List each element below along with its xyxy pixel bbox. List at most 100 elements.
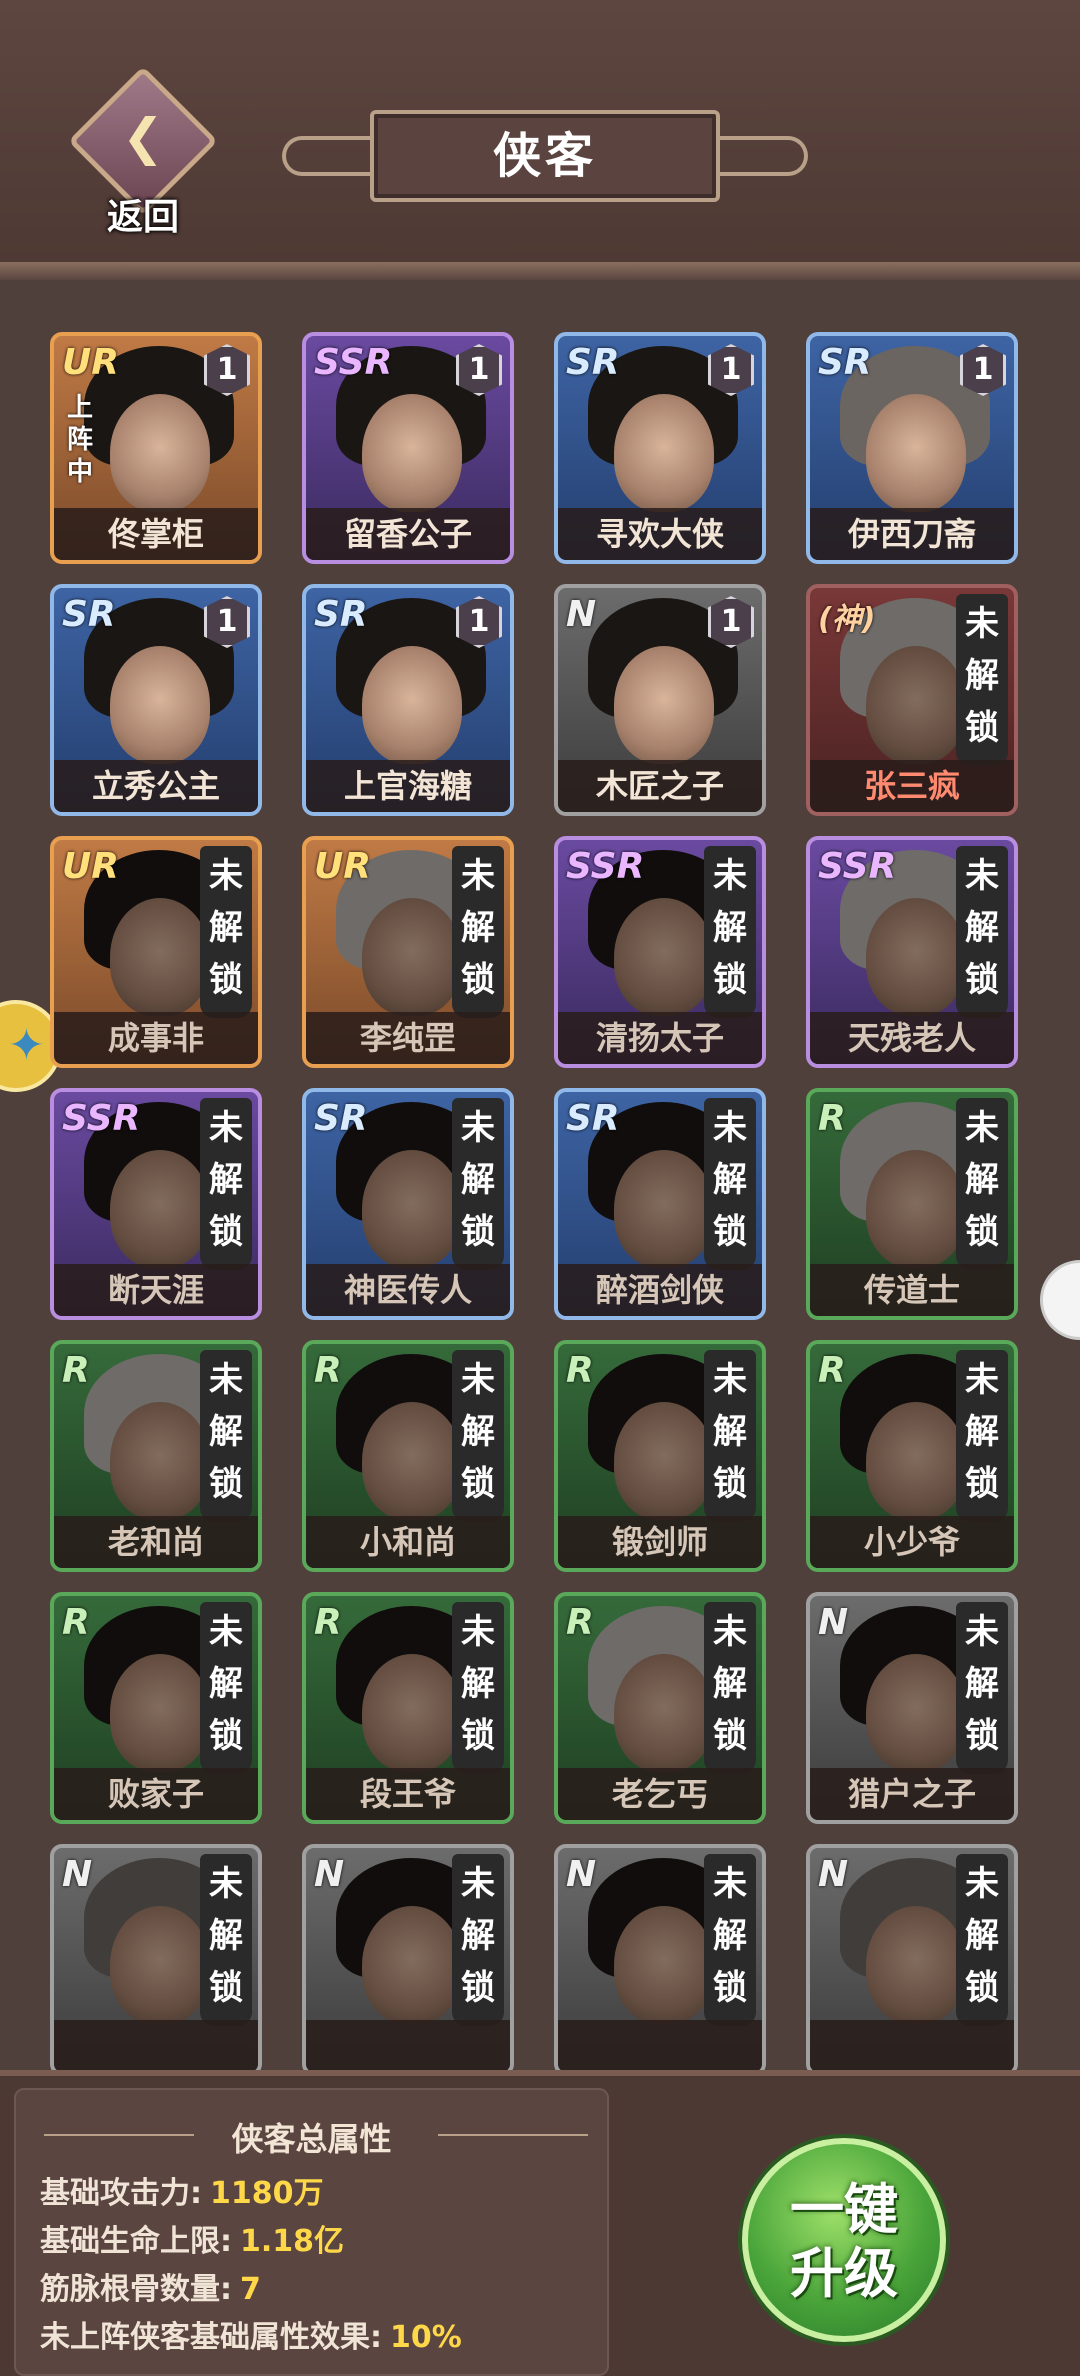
rarity-badge: SSR — [818, 846, 897, 887]
header-bar: ❮ 返回 侠客 — [0, 0, 1080, 280]
hero-card[interactable]: R 未解锁传道士 — [806, 1088, 1018, 1320]
hero-card[interactable]: R 未解锁锻剑师 — [554, 1340, 766, 1572]
hero-face — [866, 898, 966, 1016]
hero-card[interactable]: R 未解锁小少爷 — [806, 1340, 1018, 1572]
hero-card[interactable]: SR 1 伊西刀斋 — [806, 332, 1018, 564]
hero-face — [362, 1654, 462, 1772]
hero-name: 李纯罡 — [306, 1012, 510, 1064]
rarity-badge: SR — [314, 594, 368, 635]
rarity-badge: UR — [314, 846, 371, 887]
stat-label: 基础生命上限: — [40, 2224, 232, 2259]
hero-name: 留香公子 — [306, 508, 510, 560]
locked-tag: 未解锁 — [452, 1350, 504, 1522]
hero-name: 上官海糖 — [306, 760, 510, 812]
hero-face — [362, 1906, 462, 2024]
hero-card[interactable]: UR 未解锁李纯罡 — [302, 836, 514, 1068]
locked-tag: 未解锁 — [452, 1854, 504, 2026]
stat-label: 筋脉根骨数量: — [40, 2272, 232, 2307]
locked-tag: 未解锁 — [956, 594, 1008, 766]
on-team-tag: 上阵中 — [66, 393, 93, 487]
rarity-badge: R — [818, 1098, 846, 1139]
rarity-badge: SR — [566, 342, 620, 383]
hero-face — [614, 1150, 714, 1268]
hero-card[interactable]: UR 未解锁成事非 — [50, 836, 262, 1068]
rarity-badge: N — [818, 1854, 849, 1895]
hero-name: 神医传人 — [306, 1264, 510, 1316]
hero-name: 锻剑师 — [558, 1516, 762, 1568]
hero-face — [866, 1906, 966, 2024]
hero-card[interactable]: R 未解锁小和尚 — [302, 1340, 514, 1572]
stat-label: 基础攻击力: — [40, 2176, 202, 2211]
hero-card[interactable]: SSR 未解锁清扬太子 — [554, 836, 766, 1068]
hero-card[interactable]: R 未解锁老和尚 — [50, 1340, 262, 1572]
page-title: 侠客 — [492, 128, 597, 184]
hero-card[interactable]: SR 1 上官海糖 — [302, 584, 514, 816]
locked-tag: 未解锁 — [956, 846, 1008, 1018]
rarity-badge: R — [566, 1350, 594, 1391]
upgrade-label-line1: 一键 — [790, 2178, 898, 2241]
hero-face — [614, 646, 714, 764]
hero-face — [362, 898, 462, 1016]
rarity-badge: R — [314, 1350, 342, 1391]
hero-card[interactable]: N 未解锁 — [554, 1844, 766, 2070]
hero-card[interactable]: SR 1 寻欢大侠 — [554, 332, 766, 564]
back-button[interactable]: ❮ 返回 — [68, 66, 218, 238]
hero-name: 清扬太子 — [558, 1012, 762, 1064]
locked-tag: 未解锁 — [956, 1854, 1008, 2026]
stat-value: 10% — [390, 2320, 462, 2355]
one-click-upgrade-button[interactable]: 一键 升级 — [742, 2138, 946, 2342]
hero-face — [614, 394, 714, 512]
hero-name: 断天涯 — [54, 1264, 258, 1316]
hero-card[interactable]: N 未解锁猎户之子 — [806, 1592, 1018, 1824]
rarity-badge: SR — [818, 342, 872, 383]
hero-face — [362, 1150, 462, 1268]
hero-face — [614, 1654, 714, 1772]
floating-assistant-button[interactable] — [1040, 1260, 1080, 1340]
hero-card[interactable]: SR 1 立秀公主 — [50, 584, 262, 816]
hero-card[interactable]: SR 未解锁神医传人 — [302, 1088, 514, 1320]
stat-value: 1180万 — [210, 2176, 324, 2211]
hero-face — [866, 1150, 966, 1268]
hero-name — [306, 2020, 510, 2070]
hero-face — [362, 394, 462, 512]
hero-name: 败家子 — [54, 1768, 258, 1820]
hero-card[interactable]: SSR 未解锁断天涯 — [50, 1088, 262, 1320]
locked-tag: 未解锁 — [200, 1098, 252, 1270]
locked-tag: 未解锁 — [200, 1602, 252, 1774]
rarity-badge: R — [566, 1602, 594, 1643]
stat-label: 未上阵侠客基础属性效果: — [40, 2320, 382, 2355]
hero-face — [362, 646, 462, 764]
stat-row-attack: 基础攻击力: 1180万 — [40, 2168, 324, 2212]
header-divider — [0, 262, 1080, 280]
hero-card[interactable]: N 未解锁 — [302, 1844, 514, 2070]
title-ornament-right — [718, 136, 808, 176]
hero-name: 天残老人 — [810, 1012, 1014, 1064]
upgrade-label: 一键 升级 — [748, 2178, 940, 2306]
hero-card[interactable]: SR 未解锁醉酒剑侠 — [554, 1088, 766, 1320]
hero-face — [614, 1402, 714, 1520]
hero-card[interactable]: N 1 木匠之子 — [554, 584, 766, 816]
hero-card[interactable]: N 未解锁 — [50, 1844, 262, 2070]
hero-card[interactable]: N 未解锁 — [806, 1844, 1018, 2070]
hero-name — [54, 2020, 258, 2070]
back-arrow-icon: ❮ — [122, 108, 164, 166]
rarity-badge: SR — [566, 1098, 620, 1139]
hero-face — [866, 394, 966, 512]
locked-tag: 未解锁 — [956, 1098, 1008, 1270]
stat-row-hp: 基础生命上限: 1.18亿 — [40, 2216, 344, 2260]
hero-card[interactable]: SSR 1 留香公子 — [302, 332, 514, 564]
hero-card[interactable]: SSR 未解锁天残老人 — [806, 836, 1018, 1068]
rarity-badge: SSR — [62, 1098, 141, 1139]
hero-card[interactable]: R 未解锁段王爷 — [302, 1592, 514, 1824]
hero-card[interactable]: R 未解锁老乞丐 — [554, 1592, 766, 1824]
rarity-badge: N — [566, 594, 597, 635]
locked-tag: 未解锁 — [452, 846, 504, 1018]
rarity-badge: N — [818, 1602, 849, 1643]
locked-tag: 未解锁 — [704, 1854, 756, 2026]
rarity-badge: SSR — [566, 846, 645, 887]
footer-panel: 侠客总属性 基础攻击力: 1180万 基础生命上限: 1.18亿 筋脉根骨数量: 7 … — [0, 2070, 1080, 2376]
hero-card[interactable]: UR 1 上阵中 佟掌柜 — [50, 332, 262, 564]
hero-card[interactable]: R 未解锁败家子 — [50, 1592, 262, 1824]
hero-card[interactable]: (神) 未解锁张三疯 — [806, 584, 1018, 816]
hero-face — [866, 1654, 966, 1772]
